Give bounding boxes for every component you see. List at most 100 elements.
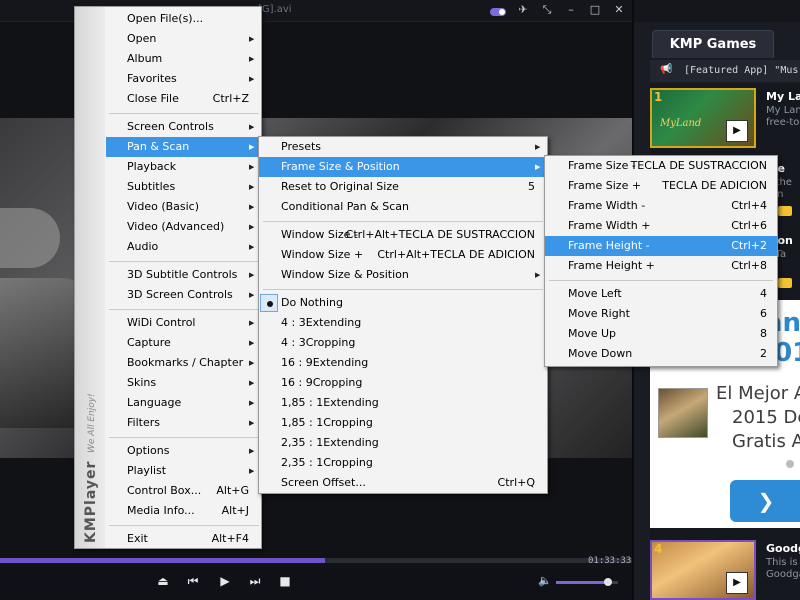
list-item[interactable]: 4 ▶ Goodga This is Goodga <box>650 536 800 600</box>
menu-item-open-files[interactable]: Open File(s)... <box>75 9 261 29</box>
list-item[interactable]: 1 MyLand ▶ My Lan My Lan free-to <box>650 84 800 148</box>
menu-item-screen-offset[interactable]: Screen Offset... Ctrl+Q <box>259 473 547 493</box>
menu-item-video-advanced[interactable]: Video (Advanced) ▶ <box>75 217 261 237</box>
menu-item-43-cropping[interactable]: 4 : 3Cropping <box>259 333 547 353</box>
carousel-dot[interactable] <box>786 460 794 468</box>
menu-item-video-basic[interactable]: Video (Basic) ▶ <box>75 197 261 217</box>
menu-separator <box>109 437 259 438</box>
featured-bar[interactable]: 📢 [Featured App] "Mus <box>650 60 800 82</box>
menu-item-shortcut: Ctrl+4 <box>731 199 767 212</box>
menu-separator <box>263 289 543 290</box>
menu-item-conditional-pan-scan[interactable]: Conditional Pan & Scan <box>259 197 547 217</box>
menu-separator <box>549 280 773 281</box>
menu-item-move-down[interactable]: Move Down 2 <box>545 344 777 364</box>
submenu-arrow-icon: ▶ <box>249 339 255 347</box>
menu-item-window-size-plus[interactable]: Window Size + Ctrl+Alt+TECLA DE ADICION <box>259 245 547 265</box>
window-title: [G].avi <box>258 4 292 15</box>
menu-item-frame-size-minus[interactable]: Frame Size - TECLA DE SUSTRACCION <box>545 156 777 176</box>
context-menu: We All Enjoy! KMPlayer Open File(s)... O… <box>74 6 262 549</box>
app-thumbnail[interactable]: 1 MyLand ▶ <box>650 88 756 148</box>
menu-item-subtitles[interactable]: Subtitles ▶ <box>75 177 261 197</box>
menu-item-control-box[interactable]: Control Box... Alt+G <box>75 481 261 501</box>
menu-item-audio[interactable]: Audio ▶ <box>75 237 261 257</box>
app-desc-1: This is <box>766 557 798 568</box>
close-icon[interactable]: ✕ <box>612 3 626 17</box>
time-display: 01:33:33 <box>588 556 632 566</box>
menu-item-label: Frame Width - <box>568 199 646 212</box>
menu-item-label: Window Size & Position <box>281 268 409 281</box>
menu-item-move-right[interactable]: Move Right 6 <box>545 304 777 324</box>
ad-next-button[interactable]: ❯ <box>730 480 800 522</box>
previous-icon[interactable]: ⏮ <box>183 574 203 589</box>
stop-icon[interactable]: ■ <box>275 574 295 588</box>
volume-slider[interactable] <box>556 578 618 586</box>
pin-icon[interactable]: ✈ <box>516 3 530 17</box>
menu-item-window-size-position[interactable]: Window Size & Position ▶ <box>259 265 547 285</box>
menu-item-169-cropping[interactable]: 16 : 9Cropping <box>259 373 547 393</box>
menu-item-185-extending[interactable]: 1,85 : 1Extending <box>259 393 547 413</box>
menu-item-frame-height-minus[interactable]: Frame Height - Ctrl+2 <box>545 236 777 256</box>
menu-item-frame-width-minus[interactable]: Frame Width - Ctrl+4 <box>545 196 777 216</box>
menu-item-window-size-minus[interactable]: Window Size - Ctrl+Alt+TECLA DE SUSTRACCI… <box>259 225 547 245</box>
menu-item-3d-screen-controls[interactable]: 3D Screen Controls ▶ <box>75 285 261 305</box>
play-icon[interactable]: ▶ <box>215 574 235 588</box>
submenu-arrow-icon: ▶ <box>249 399 255 407</box>
menu-item-label: Subtitles <box>127 180 176 193</box>
menu-item-169-extending[interactable]: 16 : 9Extending <box>259 353 547 373</box>
menu-item-presets[interactable]: Presets ▶ <box>259 137 547 157</box>
menu-item-label: Move Right <box>568 307 630 320</box>
menu-item-do-nothing[interactable]: Do Nothing <box>259 293 547 313</box>
menu-item-pan-scan[interactable]: Pan & Scan ▶ <box>106 137 261 157</box>
menu-item-3d-subtitle-controls[interactable]: 3D Subtitle Controls ▶ <box>75 265 261 285</box>
menu-item-widi-control[interactable]: WiDi Control ▶ <box>75 313 261 333</box>
menu-item-close-file[interactable]: Close File Ctrl+Z <box>75 89 261 109</box>
menu-item-label: Conditional Pan & Scan <box>281 200 409 213</box>
eject-icon[interactable]: ⏏ <box>153 574 173 588</box>
menu-item-open[interactable]: Open ▶ <box>75 29 261 49</box>
minimize-icon[interactable]: – <box>564 3 578 17</box>
menu-item-language[interactable]: Language ▶ <box>75 393 261 413</box>
volume-icon[interactable]: 🔈 <box>538 574 552 587</box>
shrink-icon[interactable]: ⤡ <box>540 3 554 17</box>
menu-item-move-left[interactable]: Move Left 4 <box>545 284 777 304</box>
menu-item-235-extending[interactable]: 2,35 : 1Extending <box>259 433 547 453</box>
menu-item-reset-original-size[interactable]: Reset to Original Size 5 <box>259 177 547 197</box>
app-name: Goodga <box>766 542 800 555</box>
menu-item-favorites[interactable]: Favorites ▶ <box>75 69 261 89</box>
menu-item-move-up[interactable]: Move Up 8 <box>545 324 777 344</box>
menu-item-frame-width-plus[interactable]: Frame Width + Ctrl+6 <box>545 216 777 236</box>
menu-item-options[interactable]: Options ▶ <box>75 441 261 461</box>
play-icon[interactable]: ▶ <box>726 572 748 594</box>
menu-item-album[interactable]: Album ▶ <box>75 49 261 69</box>
menu-item-media-info[interactable]: Media Info... Alt+J <box>75 501 261 521</box>
menu-item-bookmarks-chapter[interactable]: Bookmarks / Chapter ▶ <box>75 353 261 373</box>
menu-item-label: 2,35 : 1Extending <box>281 436 379 449</box>
tab-kmp-games[interactable]: KMP Games <box>652 30 774 58</box>
submenu-arrow-icon: ▶ <box>249 291 255 299</box>
menu-item-frame-size-position[interactable]: Frame Size & Position ▶ <box>259 157 547 177</box>
submenu-arrow-icon: ▶ <box>249 163 255 171</box>
submenu-arrow-icon: ▶ <box>249 203 255 211</box>
menu-item-screen-controls[interactable]: Screen Controls ▶ <box>75 117 261 137</box>
menu-item-capture[interactable]: Capture ▶ <box>75 333 261 353</box>
menu-item-playback[interactable]: Playback ▶ <box>75 157 261 177</box>
menu-item-43-extending[interactable]: 4 : 3Extending <box>259 313 547 333</box>
maximize-icon[interactable]: □ <box>588 3 602 17</box>
menu-item-235-cropping[interactable]: 2,35 : 1Cropping <box>259 453 547 473</box>
menu-item-shortcut: Ctrl+6 <box>731 219 767 232</box>
next-icon[interactable]: ⏭ <box>245 574 265 589</box>
menu-item-frame-size-plus[interactable]: Frame Size + TECLA DE ADICION <box>545 176 777 196</box>
menu-item-filters[interactable]: Filters ▶ <box>75 413 261 433</box>
menu-item-exit[interactable]: Exit Alt+F4 <box>75 529 261 549</box>
seek-bar[interactable] <box>0 558 632 563</box>
menu-item-skins[interactable]: Skins ▶ <box>75 373 261 393</box>
toggle-icon[interactable] <box>490 7 506 16</box>
submenu-arrow-icon: ▶ <box>249 447 255 455</box>
play-icon[interactable]: ▶ <box>726 120 748 142</box>
menu-item-playlist[interactable]: Playlist ▶ <box>75 461 261 481</box>
menu-item-185-cropping[interactable]: 1,85 : 1Cropping <box>259 413 547 433</box>
menu-item-shortcut: 4 <box>760 287 767 300</box>
ad-line-2: 2015 De <box>732 407 800 428</box>
menu-item-frame-height-plus[interactable]: Frame Height + Ctrl+8 <box>545 256 777 276</box>
app-thumbnail[interactable]: 4 ▶ <box>650 540 756 600</box>
